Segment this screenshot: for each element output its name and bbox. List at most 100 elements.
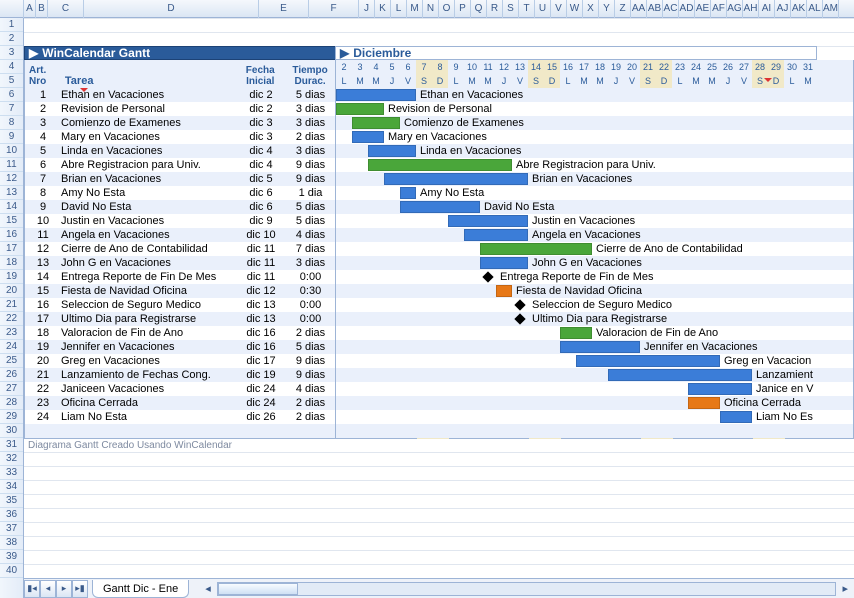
gantt-bar[interactable] (688, 397, 720, 409)
scrollbar-thumb[interactable] (218, 583, 298, 595)
table-row[interactable]: 4Mary en Vacacionesdic 32 diasMary en Va… (25, 130, 853, 144)
column-header[interactable]: R (487, 0, 503, 18)
chevron-left-icon[interactable]: ◂ (205, 582, 211, 595)
gantt-bar[interactable] (368, 159, 512, 171)
column-header[interactable]: B (36, 0, 48, 18)
row-header[interactable]: 26 (0, 368, 23, 382)
row-header[interactable]: 31 (0, 438, 23, 452)
row-header[interactable]: 8 (0, 116, 23, 130)
row-header[interactable]: 23 (0, 326, 23, 340)
row-header[interactable]: 32 (0, 452, 23, 466)
column-header[interactable]: AM (823, 0, 839, 18)
tab-first-icon[interactable]: ▮◂ (24, 580, 40, 598)
row-header[interactable]: 15 (0, 214, 23, 228)
row-header[interactable]: 18 (0, 256, 23, 270)
gantt-bar[interactable] (352, 117, 400, 129)
column-header[interactable]: W (567, 0, 583, 18)
row-header[interactable]: 3 (0, 46, 23, 60)
row-header[interactable]: 22 (0, 312, 23, 326)
column-header[interactable]: Q (471, 0, 487, 18)
column-header[interactable]: Z (615, 0, 631, 18)
row-header[interactable]: 39 (0, 550, 23, 564)
tab-next-icon[interactable]: ▸ (56, 580, 72, 598)
row-header[interactable]: 25 (0, 354, 23, 368)
gantt-bar[interactable] (480, 243, 592, 255)
column-header[interactable]: T (519, 0, 535, 18)
row-header[interactable]: 2 (0, 32, 23, 46)
table-row[interactable]: 16Seleccion de Seguro Medicodic 130:00Se… (25, 298, 853, 312)
table-row[interactable]: 14Entrega Reporte de Fin De Mesdic 110:0… (25, 270, 853, 284)
tab-last-icon[interactable]: ▸▮ (72, 580, 88, 598)
row-header[interactable]: 28 (0, 396, 23, 410)
table-row[interactable]: 7Brian en Vacacionesdic 59 diasBrian en … (25, 172, 853, 186)
gantt-bar[interactable] (464, 229, 528, 241)
column-header[interactable]: AG (727, 0, 743, 18)
gantt-bar[interactable] (560, 341, 640, 353)
row-header[interactable]: 5 (0, 74, 23, 88)
scrollbar-track[interactable] (217, 582, 837, 596)
row-header[interactable]: 37 (0, 522, 23, 536)
column-header[interactable]: AB (647, 0, 663, 18)
gantt-bar[interactable] (560, 327, 592, 339)
column-headers[interactable]: ABCDEFJKLMNOPQRSTUVWXYZAAABACADAEAFAGAHA… (0, 0, 854, 18)
row-header[interactable]: 30 (0, 424, 23, 438)
table-row[interactable]: 5Linda en Vacacionesdic 43 diasLinda en … (25, 144, 853, 158)
row-header[interactable]: 24 (0, 340, 23, 354)
gantt-bar[interactable] (720, 411, 752, 423)
column-header[interactable]: AI (759, 0, 775, 18)
column-header[interactable]: AA (631, 0, 647, 18)
column-header[interactable]: AH (743, 0, 759, 18)
gantt-bar[interactable] (448, 215, 528, 227)
gantt-bar[interactable] (384, 173, 528, 185)
row-header[interactable]: 9 (0, 130, 23, 144)
column-header[interactable]: F (309, 0, 359, 18)
comment-indicator-icon[interactable] (764, 78, 772, 82)
gantt-bar[interactable] (352, 131, 384, 143)
column-header[interactable]: AE (695, 0, 711, 18)
column-header[interactable]: AF (711, 0, 727, 18)
table-row[interactable]: 18Valoracion de Fin de Anodic 162 diasVa… (25, 326, 853, 340)
column-header[interactable]: X (583, 0, 599, 18)
column-header[interactable]: D (84, 0, 259, 18)
gantt-bar[interactable] (688, 383, 752, 395)
gantt-bar[interactable] (576, 355, 720, 367)
column-header[interactable]: O (439, 0, 455, 18)
row-header[interactable]: 7 (0, 102, 23, 116)
row-headers[interactable]: 1234567891011121314151617181920212223242… (0, 18, 24, 598)
table-row[interactable]: 15Fiesta de Navidad Oficinadic 120:30Fie… (25, 284, 853, 298)
row-header[interactable]: 27 (0, 382, 23, 396)
gantt-bar[interactable] (496, 285, 512, 297)
column-header[interactable]: C (48, 0, 84, 18)
row-header[interactable]: 6 (0, 88, 23, 102)
row-header[interactable]: 21 (0, 298, 23, 312)
column-header[interactable]: AL (807, 0, 823, 18)
gantt-bar[interactable] (608, 369, 752, 381)
table-row[interactable]: 2Revision de Personaldic 23 diasRevision… (25, 102, 853, 116)
column-header[interactable]: M (407, 0, 423, 18)
sheet-tab[interactable]: Gantt Dic - Ene (92, 580, 189, 598)
table-row[interactable]: 20Greg en Vacacionesdic 179 diasGreg en … (25, 354, 853, 368)
column-header[interactable]: E (259, 0, 309, 18)
table-row[interactable]: 24Liam No Estadic 262 diasLiam No Es (25, 410, 853, 424)
column-header[interactable]: N (423, 0, 439, 18)
table-row[interactable]: 17Ultimo Dia para Registrarsedic 130:00U… (25, 312, 853, 326)
row-header[interactable]: 29 (0, 410, 23, 424)
row-header[interactable]: 17 (0, 242, 23, 256)
table-row[interactable]: 12Cierre de Ano de Contabilidaddic 117 d… (25, 242, 853, 256)
row-header[interactable]: 20 (0, 284, 23, 298)
column-header[interactable]: AJ (775, 0, 791, 18)
row-header[interactable]: 38 (0, 536, 23, 550)
table-row[interactable]: 1Ethan en Vacacionesdic 25 diasEthan en … (25, 88, 853, 102)
row-header[interactable]: 35 (0, 494, 23, 508)
row-header[interactable]: 16 (0, 228, 23, 242)
select-all-cell[interactable] (0, 0, 24, 18)
row-header[interactable]: 4 (0, 60, 23, 74)
column-header[interactable]: L (391, 0, 407, 18)
gantt-bar[interactable] (400, 201, 480, 213)
row-header[interactable]: 10 (0, 144, 23, 158)
column-header[interactable]: A (24, 0, 36, 18)
row-header[interactable]: 11 (0, 158, 23, 172)
column-header[interactable]: AC (663, 0, 679, 18)
column-header[interactable]: V (551, 0, 567, 18)
column-header[interactable]: Y (599, 0, 615, 18)
